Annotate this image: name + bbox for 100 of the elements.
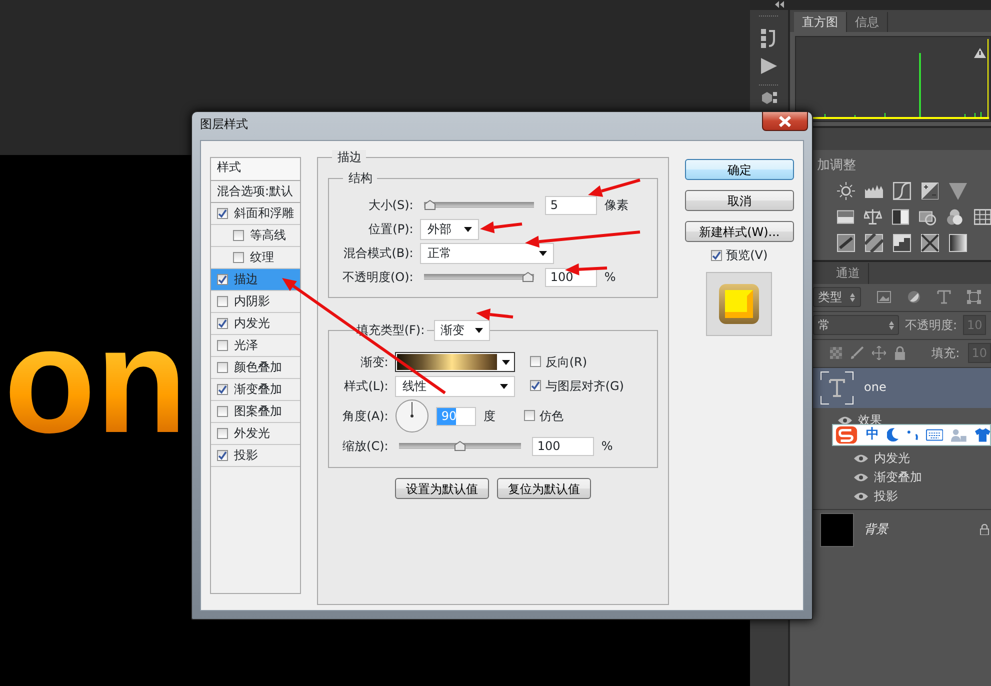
slider-track[interactable]	[399, 440, 522, 452]
list-header: 样式	[211, 158, 300, 181]
slider-track[interactable]	[424, 271, 534, 283]
type-icon[interactable]	[937, 290, 951, 304]
fill-label: 填充:	[932, 346, 960, 360]
checkbox[interactable]	[217, 340, 228, 351]
list-item[interactable]: 等高线	[211, 225, 300, 247]
eye-icon[interactable]	[854, 454, 868, 463]
history-icon[interactable]	[761, 28, 777, 48]
circles-icon[interactable]	[946, 208, 964, 226]
checkbox[interactable]	[217, 428, 228, 439]
list-item[interactable]: 内阴影	[211, 291, 300, 313]
collapse-icon[interactable]	[775, 1, 784, 8]
grid-icon[interactable]	[974, 208, 991, 226]
moon-icon[interactable]	[887, 428, 899, 442]
checkbox[interactable]	[530, 356, 542, 368]
layer-row[interactable]: 背景	[790, 510, 991, 550]
keyboard-icon[interactable]	[926, 429, 944, 441]
gradient-picker[interactable]	[395, 352, 516, 372]
panel-tab[interactable]: 直方图	[794, 12, 847, 32]
fill-type-dropdown[interactable]: 渐变	[434, 320, 490, 340]
checkbox[interactable]	[217, 208, 228, 219]
image-filter-icon[interactable]	[877, 290, 891, 304]
list-item[interactable]: 渐变叠加	[211, 379, 300, 401]
steps-square-icon[interactable]	[893, 234, 911, 252]
transform-icon[interactable]	[967, 290, 981, 304]
list-item[interactable]: 斜面和浮雕	[211, 203, 300, 225]
move-icon[interactable]	[872, 346, 886, 360]
blend-mode-dropdown[interactable]: 正常	[420, 242, 554, 264]
dialog-button[interactable]: 确定	[684, 159, 794, 180]
checkbox[interactable]	[217, 406, 228, 417]
eye-icon[interactable]	[838, 416, 852, 425]
lock-icon[interactable]	[894, 346, 906, 360]
slash-square-icon[interactable]	[837, 234, 855, 252]
cross-square-icon[interactable]	[921, 234, 939, 252]
checkbox[interactable]	[217, 450, 228, 461]
slider-thumb[interactable]	[522, 272, 534, 282]
updown-icon	[850, 292, 855, 302]
list-item[interactable]: 颜色叠加	[211, 357, 300, 379]
circle-half-icon[interactable]	[907, 290, 921, 304]
scales-icon[interactable]	[864, 208, 882, 226]
filter-dropdown[interactable]: 类型	[813, 286, 861, 308]
list-item[interactable]: 外发光	[211, 423, 300, 445]
brush-icon[interactable]	[850, 346, 864, 360]
list-item[interactable]: 光泽	[211, 335, 300, 357]
checkbox[interactable]	[530, 380, 542, 392]
panel-tab[interactable]: 通道	[828, 263, 869, 284]
checkbox[interactable]	[217, 362, 228, 373]
checkbox[interactable]	[233, 252, 244, 263]
list-item[interactable]: 描边	[211, 269, 300, 291]
number-field[interactable]: 100	[532, 436, 594, 456]
exposure-icon[interactable]	[921, 182, 939, 200]
checkbox[interactable]	[217, 274, 228, 285]
ime-mode-label[interactable]: 中	[866, 427, 880, 443]
split-square-icon[interactable]	[892, 208, 909, 226]
panel-title: 加调整	[816, 157, 857, 174]
checkbox[interactable]	[217, 384, 228, 395]
panel-tab[interactable]: 信息	[847, 12, 888, 32]
list-item[interactable]: 内发光	[211, 313, 300, 335]
field-label: 样式(L):	[343, 378, 388, 394]
curves-icon[interactable]	[893, 182, 911, 200]
close-button[interactable]	[762, 112, 808, 131]
play-icon[interactable]	[761, 58, 777, 74]
list-item[interactable]: 图案叠加	[211, 401, 300, 423]
dialog-button[interactable]: 取消	[684, 190, 794, 211]
shirt-icon[interactable]	[974, 428, 990, 442]
cube-icon[interactable]	[761, 91, 777, 105]
checkbox[interactable]	[711, 250, 722, 261]
gradient-bar-icon[interactable]	[837, 208, 854, 226]
checkbox-label: 与图层对齐(G)	[545, 378, 624, 394]
field-label: 不透明度(O):	[341, 270, 414, 284]
caret-icon	[464, 226, 472, 232]
checkbox[interactable]	[217, 318, 228, 329]
slider-thumb[interactable]	[454, 441, 466, 451]
field-label: 混合模式(B):	[342, 246, 414, 260]
dialog-button[interactable]: 新建样式(W)...	[684, 221, 794, 242]
list-item[interactable]: 投影	[211, 445, 300, 467]
slider-track[interactable]	[424, 199, 534, 211]
number-field[interactable]: 5	[545, 196, 598, 214]
annotation-arrow	[480, 221, 522, 234]
triangle-icon[interactable]	[949, 182, 967, 200]
blend-mode-dropdown[interactable]: 常	[813, 314, 899, 336]
position-dropdown[interactable]: 外部	[420, 218, 480, 240]
reset-button[interactable]: 复位为默认值	[497, 478, 592, 499]
effect-name: 渐变叠加	[874, 470, 922, 484]
checkbox[interactable]	[233, 230, 244, 241]
reset-button[interactable]: 设置为默认值	[395, 478, 490, 499]
striped-square-icon[interactable]	[865, 234, 883, 252]
angle-dial[interactable]	[395, 399, 430, 433]
checkbox[interactable]	[524, 410, 536, 422]
eye-icon[interactable]	[854, 492, 868, 501]
layer-name: one	[864, 380, 886, 395]
slider-thumb[interactable]	[424, 200, 436, 210]
checkerboard-icon[interactable]	[830, 347, 842, 360]
punctuation-icon[interactable]	[906, 429, 918, 441]
checkbox[interactable]	[217, 296, 228, 307]
eye-icon[interactable]	[854, 472, 868, 482]
style-dropdown[interactable]: 线性	[395, 376, 516, 396]
gradient-square-icon[interactable]	[949, 234, 967, 252]
sun-icon[interactable]	[837, 182, 855, 200]
